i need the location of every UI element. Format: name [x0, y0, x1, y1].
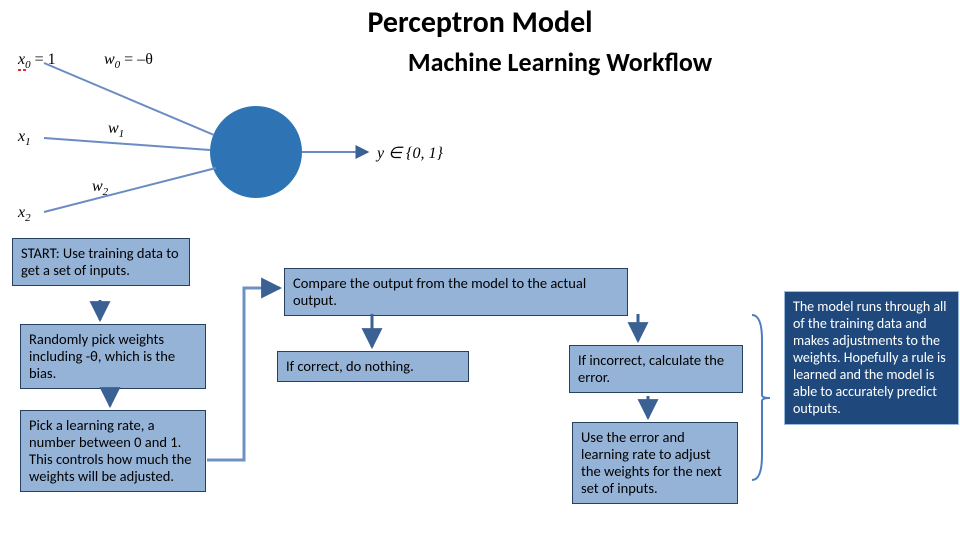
label-x1: x1: [18, 128, 31, 148]
label-x2: x2: [18, 204, 31, 224]
page-subtitle: Machine Learning Workflow: [380, 48, 740, 78]
box-weights: Randomly pick weights including -θ, whic…: [20, 324, 206, 389]
box-use-error: Use the error and learning rate to adjus…: [572, 422, 738, 504]
box-correct: If correct, do nothing.: [277, 351, 469, 382]
label-w1: w1: [108, 120, 124, 140]
box-learning-rate: Pick a learning rate, a number between 0…: [20, 410, 206, 492]
box-compare: Compare the output from the model to the…: [284, 268, 628, 316]
label-w0: w0 = –θ: [104, 51, 153, 71]
page-title: Perceptron Model: [0, 4, 960, 41]
label-output: y ∈ {0, 1}: [377, 143, 443, 163]
label-x0: x0 = 1: [18, 51, 56, 71]
box-summary: The model runs through all of the traini…: [784, 291, 959, 425]
label-w2: w2: [92, 178, 108, 198]
box-incorrect: If incorrect, calculate the error.: [569, 345, 743, 393]
neuron-node: [210, 106, 302, 198]
box-start: START: Use training data to get a set of…: [12, 238, 190, 286]
